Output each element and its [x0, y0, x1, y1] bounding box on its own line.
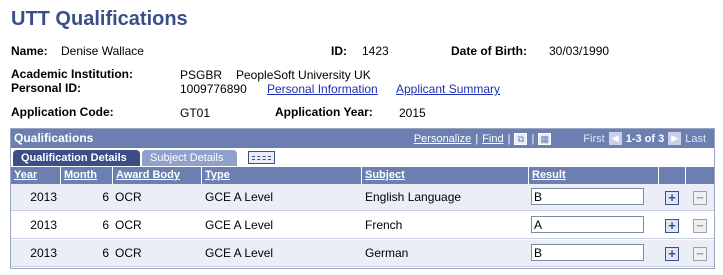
cell-type: GCE A Level — [205, 218, 274, 232]
column-header-award-body[interactable]: Award Body — [113, 167, 202, 184]
personal-id-label: Personal ID: — [11, 81, 82, 95]
dob-value: 30/03/1990 — [549, 44, 610, 58]
table-row: 2013 6 OCR GCE A Level German + − — [11, 240, 714, 267]
applicant-summary-link[interactable]: Applicant Summary — [396, 82, 500, 96]
personal-information-link[interactable]: Personal Information — [267, 82, 378, 96]
cell-award-body: OCR — [115, 246, 142, 260]
column-header-delete — [686, 167, 714, 184]
nav-separator: | — [507, 132, 511, 145]
result-input[interactable] — [531, 244, 644, 261]
delete-row-button[interactable]: − — [693, 219, 707, 233]
column-header-month[interactable]: Month — [61, 167, 113, 184]
cell-year: 2013 — [30, 190, 57, 204]
row-range: 1-3 of 3 — [625, 132, 665, 145]
nav-separator: | — [531, 132, 535, 145]
first-label: First — [583, 132, 605, 145]
show-all-columns-icon[interactable] — [248, 151, 275, 164]
cell-type: GCE A Level — [205, 246, 274, 260]
download-icon[interactable]: ▦ — [538, 132, 552, 145]
dob-label: Date of Birth: — [451, 44, 527, 58]
institution-label: Academic Institution: — [11, 67, 134, 81]
next-arrow-icon: ▶ — [668, 132, 682, 145]
personal-id-value: 1009776890 — [180, 82, 247, 96]
result-input[interactable] — [531, 216, 644, 233]
grid-view-icon[interactable]: ⧉ — [514, 132, 528, 145]
cell-year: 2013 — [30, 246, 57, 260]
find-link[interactable]: Find — [482, 133, 503, 145]
delete-row-button[interactable]: − — [693, 247, 707, 261]
institution-code: PSGBR — [180, 68, 223, 82]
cell-award-body: OCR — [115, 218, 142, 232]
application-year-value: 2015 — [399, 106, 426, 120]
table-row: 2013 6 OCR GCE A Level French + − — [11, 212, 714, 239]
application-code-value: GT01 — [180, 106, 211, 120]
tab-qualification-details[interactable]: Qualification Details — [13, 150, 140, 166]
table-row: 2013 6 OCR GCE A Level English Language … — [11, 184, 714, 211]
personalize-link[interactable]: Personalize — [414, 133, 471, 145]
cell-month: 6 — [102, 218, 109, 232]
column-header-subject[interactable]: Subject — [362, 167, 529, 184]
page-title: UTT Qualifications — [11, 8, 188, 30]
institution-name: PeopleSoft University UK — [236, 68, 371, 82]
cell-month: 6 — [102, 190, 109, 204]
cell-subject: English Language — [365, 190, 462, 204]
grid-navigation: Personalize | Find | ⧉ | ▦ First ◀ 1-3 o… — [414, 132, 706, 145]
tabs-row: Qualification Details Subject Details — [11, 148, 714, 167]
application-code-label: Application Code: — [11, 105, 114, 119]
add-row-button[interactable]: + — [665, 219, 679, 233]
cell-subject: French — [365, 218, 403, 232]
nav-separator: | — [475, 132, 479, 145]
cell-year: 2013 — [30, 218, 57, 232]
column-header-type[interactable]: Type — [202, 167, 362, 184]
tab-subject-details[interactable]: Subject Details — [142, 150, 237, 166]
grid-header: Qualifications Personalize | Find | ⧉ | … — [11, 129, 714, 148]
grid-title: Qualifications — [14, 131, 94, 145]
column-header-result[interactable]: Result — [529, 167, 659, 184]
column-header-add — [659, 167, 686, 184]
id-value: 1423 — [362, 44, 389, 58]
column-header-year[interactable]: Year — [11, 167, 61, 184]
cell-subject: German — [365, 246, 409, 260]
name-value: Denise Wallace — [61, 44, 144, 58]
add-row-button[interactable]: + — [665, 247, 679, 261]
add-row-button[interactable]: + — [665, 191, 679, 205]
application-year-label: Application Year: — [275, 105, 373, 119]
last-label: Last — [685, 132, 706, 145]
id-label: ID: — [331, 44, 347, 58]
result-input[interactable] — [531, 188, 644, 205]
delete-row-button[interactable]: − — [693, 191, 707, 205]
name-label: Name: — [11, 44, 48, 58]
cell-award-body: OCR — [115, 190, 142, 204]
prev-arrow-icon: ◀ — [608, 132, 622, 145]
qualifications-grid: Qualifications Personalize | Find | ⧉ | … — [10, 128, 715, 269]
cell-type: GCE A Level — [205, 190, 274, 204]
cell-month: 6 — [102, 246, 109, 260]
